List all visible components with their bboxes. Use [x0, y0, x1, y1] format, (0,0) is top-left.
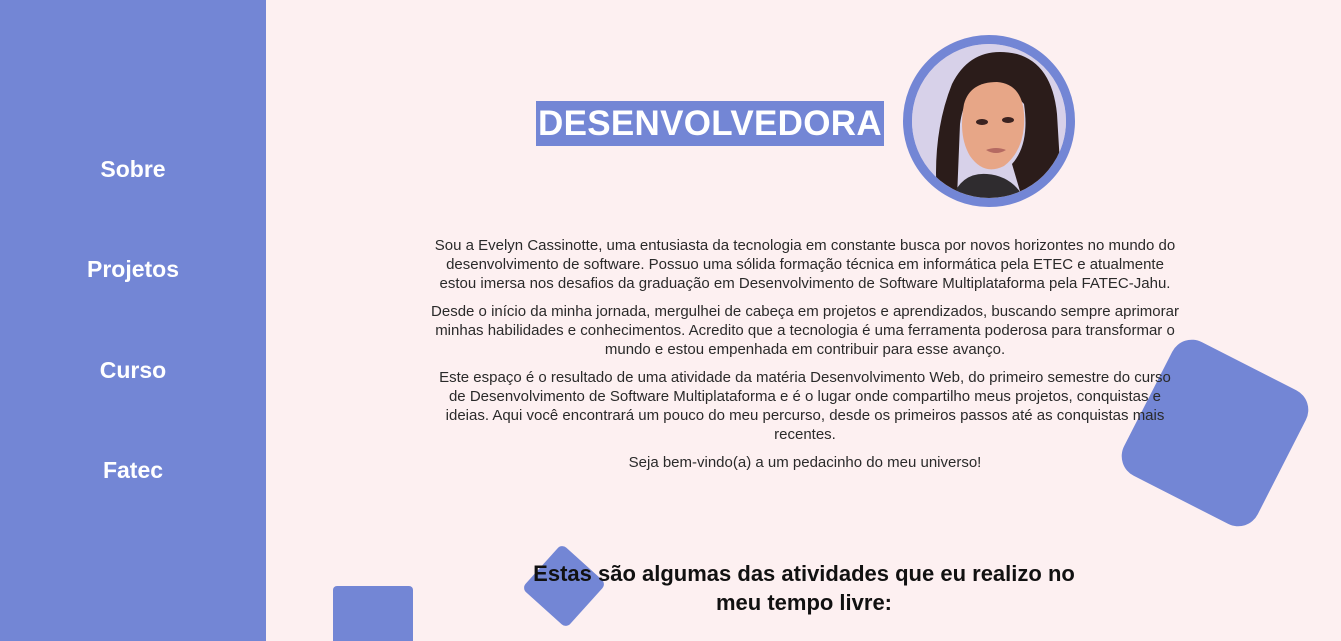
- nav-link-fatec[interactable]: Fatec: [0, 456, 266, 484]
- decorative-square-bottom: [333, 586, 413, 641]
- nav-link-projetos[interactable]: Projetos: [0, 255, 266, 283]
- about-paragraph: Este espaço é o resultado de uma ativida…: [439, 369, 1171, 443]
- activities-heading: Estas são algumas das atividades que eu …: [533, 561, 1075, 615]
- sidebar: Sobre Projetos Curso Fatec: [0, 0, 266, 641]
- about-paragraph: Desde o início da minha jornada, mergulh…: [431, 303, 1179, 358]
- profile-photo-illustration: [912, 44, 1066, 198]
- nav-link-curso[interactable]: Curso: [0, 356, 266, 384]
- main-content: DESENVOLVEDORA Sou a Evelyn Cassinotte, …: [266, 0, 1341, 641]
- about-paragraph: Seja bem-vindo(a) a um pedacinho do meu …: [628, 454, 982, 471]
- about-section: Sou a Evelyn Cassinotte, uma entusiasta …: [430, 236, 1180, 481]
- page-title: DESENVOLVEDORA: [536, 101, 884, 146]
- nav-link-sobre[interactable]: Sobre: [0, 155, 266, 183]
- about-paragraph: Sou a Evelyn Cassinotte, uma entusiasta …: [434, 237, 1176, 292]
- profile-photo: [903, 35, 1075, 207]
